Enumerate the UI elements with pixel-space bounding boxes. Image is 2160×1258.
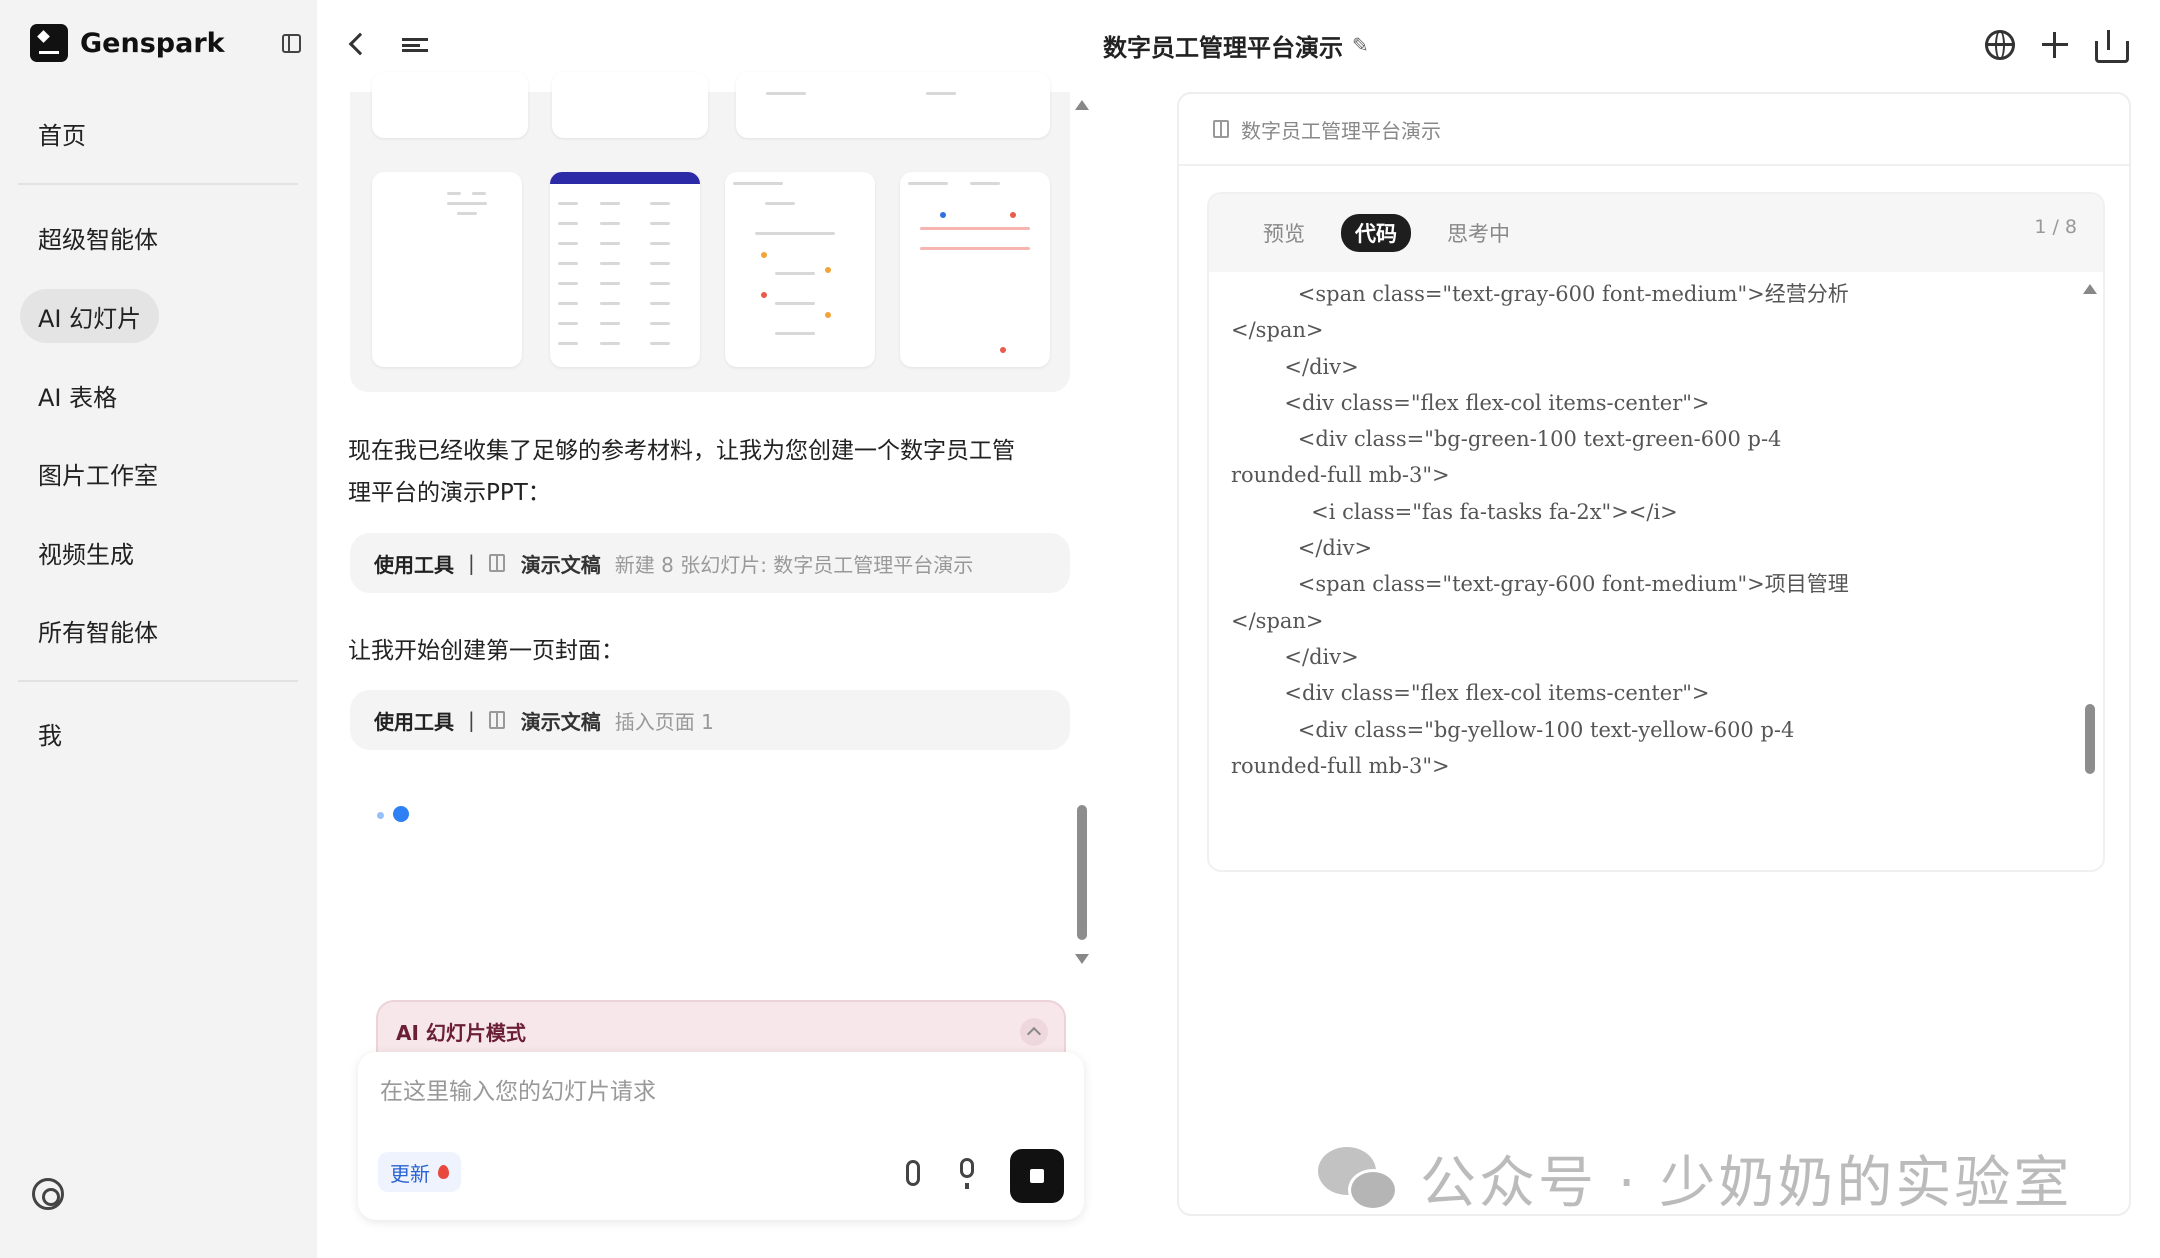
code-scrollbar[interactable] xyxy=(2085,704,2095,774)
presentation-icon xyxy=(488,711,505,729)
menu-icon[interactable] xyxy=(402,38,428,52)
update-label: 更新 xyxy=(390,1161,430,1186)
slide-thumbnail[interactable] xyxy=(900,172,1050,367)
slide-thumbnail[interactable] xyxy=(725,172,875,367)
globe-icon[interactable] xyxy=(1985,30,2015,60)
watermark: 公众号 · 少奶奶的实验室 xyxy=(1318,1138,2072,1219)
microphone-icon[interactable] xyxy=(960,1158,974,1189)
flame-icon xyxy=(438,1165,449,1179)
sidebar: Genspark 首页 超级智能体 AI 幻灯片 AI 表格 图片工作室 视频生… xyxy=(0,0,317,1258)
update-chip[interactable]: 更新 xyxy=(378,1152,461,1192)
page-title: 数字员工管理平台演示 xyxy=(1103,34,1343,62)
attachment-icon[interactable] xyxy=(906,1160,920,1186)
code-line: </div> xyxy=(1231,354,1359,379)
sidebar-item-super-agent[interactable]: 超级智能体 xyxy=(20,210,176,264)
assistant-message-line: 理平台的演示PPT： xyxy=(348,480,551,506)
assistant-message: 现在我已经收集了足够的参考材料，让我为您创建一个数字员工管 理平台的演示PPT： xyxy=(348,430,1015,514)
wechat-icon xyxy=(1318,1146,1398,1211)
new-icon[interactable] xyxy=(2040,30,2070,60)
code-line: </div> xyxy=(1231,536,1373,561)
tab-thinking[interactable]: 思考中 xyxy=(1433,214,1524,252)
genspark-logo-icon xyxy=(30,24,68,62)
code-line: <div class="flex flex-col items-center"> xyxy=(1231,390,1710,415)
brand-name: Genspark xyxy=(80,27,225,59)
code-line: <span class="text-gray-600 font-medium">… xyxy=(1231,572,1849,597)
scroll-up-arrow-icon[interactable] xyxy=(1075,100,1089,110)
assistant-message-line: 现在我已经收集了足够的参考材料，让我为您创建一个数字员工管 xyxy=(348,438,1015,464)
tool-separator: | xyxy=(468,708,475,732)
code-line: <span class="text-gray-600 font-medium">… xyxy=(1231,282,1849,306)
panel-header: 数字员工管理平台演示 xyxy=(1179,94,2129,166)
tab-preview[interactable]: 预览 xyxy=(1249,214,1319,252)
slides-mode-bar[interactable]: AI 幻灯片模式 xyxy=(376,1000,1066,1060)
assistant-message: 让我开始创建第一页封面： xyxy=(348,638,624,664)
watermark-text: 公众号 · 少奶奶的实验室 xyxy=(1420,1151,2073,1216)
scroll-down-arrow-icon[interactable] xyxy=(1075,954,1089,964)
tool-name: 演示文稿 xyxy=(520,709,601,734)
tool-label: 使用工具 xyxy=(374,709,454,734)
settings-icon[interactable] xyxy=(32,1178,64,1210)
panel-tabs: 预览 代码 思考中 1 / 8 xyxy=(1209,194,2103,272)
sidebar-item-ai-sheets[interactable]: AI 表格 xyxy=(20,368,135,422)
page-counter: 1 / 8 xyxy=(2034,216,2077,238)
code-content[interactable]: <span class="text-gray-600 font-medium">… xyxy=(1231,276,2061,856)
stop-button[interactable] xyxy=(1010,1149,1064,1203)
code-line: rounded-full mb-3"> xyxy=(1231,463,1450,488)
artifact-panel: 数字员工管理平台演示 预览 代码 思考中 1 / 8 <span class="… xyxy=(1177,92,2131,1216)
slide-thumbnail[interactable] xyxy=(736,72,1050,138)
sidebar-divider xyxy=(18,183,298,185)
code-line: <i class="fas fa-tasks fa-2x"></i> xyxy=(1231,499,1678,524)
slide-thumbnails xyxy=(350,72,1070,392)
slide-thumbnail[interactable] xyxy=(372,72,528,138)
code-line: <div class="bg-yellow-100 text-yellow-60… xyxy=(1231,717,1795,742)
tool-description: 新建 8 张幻灯片: 数字员工管理平台演示 xyxy=(614,552,974,577)
edit-title-icon[interactable]: ✎ xyxy=(1352,33,1369,57)
code-line: </span> xyxy=(1231,608,1324,633)
code-line: rounded-full mb-3"> xyxy=(1231,753,1450,778)
code-line: <div class="flex flex-col items-center"> xyxy=(1231,681,1710,706)
typing-indicator-dot xyxy=(377,812,384,819)
slide-thumbnail[interactable] xyxy=(550,172,700,367)
prompt-input[interactable] xyxy=(380,1072,1020,1112)
presentation-icon xyxy=(488,554,505,572)
sidebar-item-me[interactable]: 我 xyxy=(20,706,80,760)
tool-call-row[interactable]: 使用工具 | 演示文稿 新建 8 张幻灯片: 数字员工管理平台演示 xyxy=(350,533,1070,593)
code-line: </div> xyxy=(1231,644,1359,669)
code-line: </span> xyxy=(1231,318,1324,343)
tool-label: 使用工具 xyxy=(374,552,454,577)
mode-label: AI 幻灯片模式 xyxy=(396,1020,526,1045)
tab-code[interactable]: 代码 xyxy=(1341,214,1411,252)
sidebar-item-home[interactable]: 首页 xyxy=(20,106,104,160)
share-icon[interactable] xyxy=(2094,30,2129,63)
tool-name: 演示文稿 xyxy=(520,552,601,577)
sidebar-divider xyxy=(18,680,298,682)
panel-title: 数字员工管理平台演示 xyxy=(1241,118,1441,143)
chevron-up-icon[interactable] xyxy=(1020,1018,1048,1046)
sidebar-item-ai-slides[interactable]: AI 幻灯片 xyxy=(20,289,160,343)
sidebar-toggle-icon[interactable] xyxy=(282,34,301,53)
tool-description: 插入页面 1 xyxy=(614,709,714,734)
chat-scrollbar[interactable] xyxy=(1077,805,1087,940)
slide-thumbnail[interactable] xyxy=(372,172,522,367)
sidebar-item-video[interactable]: 视频生成 xyxy=(20,525,152,579)
tool-call-row[interactable]: 使用工具 | 演示文稿 插入页面 1 xyxy=(350,690,1070,750)
typing-indicator-dot xyxy=(393,806,409,822)
slide-thumbnail[interactable] xyxy=(552,72,708,138)
tool-separator: | xyxy=(468,551,475,575)
sidebar-item-all-agents[interactable]: 所有智能体 xyxy=(20,603,176,657)
code-viewer: 预览 代码 思考中 1 / 8 <span class="text-gray-6… xyxy=(1207,192,2105,872)
presentation-icon xyxy=(1213,120,1229,138)
brand[interactable]: Genspark xyxy=(30,24,225,62)
scroll-up-arrow-icon[interactable] xyxy=(2083,284,2097,294)
code-line: <div class="bg-green-100 text-green-600 … xyxy=(1231,427,1782,452)
composer: 更新 xyxy=(358,1052,1084,1220)
back-icon[interactable] xyxy=(348,32,372,56)
sidebar-item-image-studio[interactable]: 图片工作室 xyxy=(20,446,176,500)
